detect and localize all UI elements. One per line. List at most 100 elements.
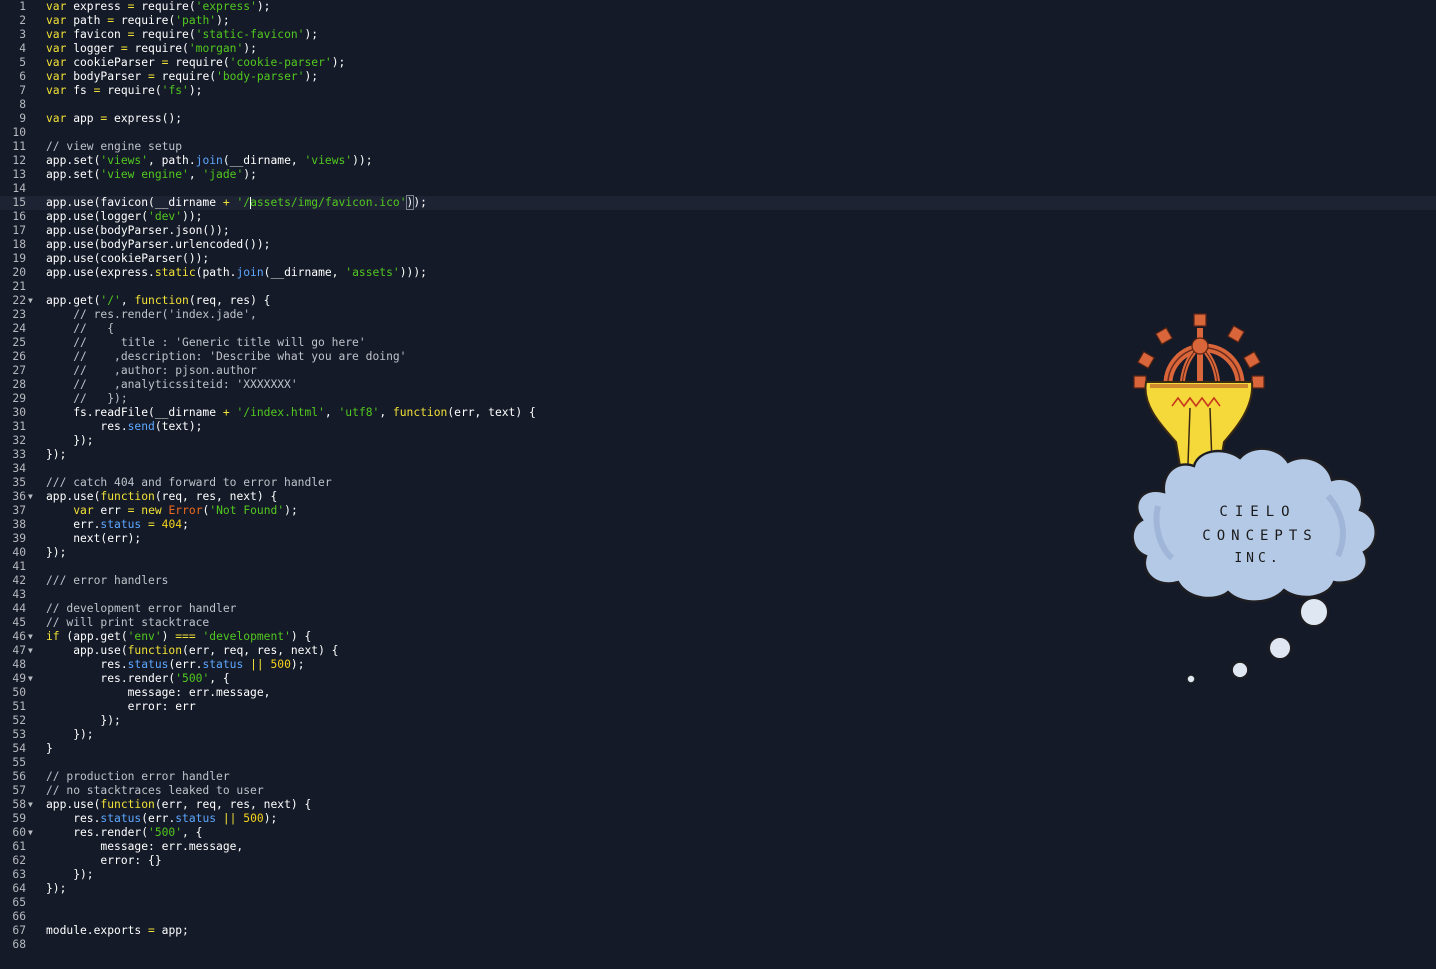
code-line[interactable]: 43 [0, 588, 1100, 602]
code-line[interactable]: 2 var path = require('path'); [0, 14, 1100, 28]
code-line[interactable]: 29 // }); [0, 392, 1100, 406]
code-line[interactable]: 23 // res.render('index.jade', [0, 308, 1100, 322]
code-token: app; [154, 924, 189, 937]
code-line[interactable]: 5 var cookieParser = require('cookie-pars… [0, 56, 1100, 70]
code-line[interactable]: 8 [0, 98, 1100, 112]
code-line[interactable]: 42 /// error handlers [0, 574, 1100, 588]
code-token: 'utf8' [338, 406, 380, 419]
code-line[interactable]: 51 error: err [0, 700, 1100, 714]
code-line[interactable]: 11 // view engine setup [0, 140, 1100, 154]
code-line[interactable]: 3 var favicon = require('static-favicon')… [0, 28, 1100, 42]
code-line[interactable]: 57 // no stacktraces leaked to user [0, 784, 1100, 798]
code-line-current[interactable]: 15 app.use(favicon(__dirname + '/assets/i… [0, 195, 1436, 210]
code-line[interactable]: 53 }); [0, 728, 1100, 742]
code-text: /// catch 404 and forward to error handl… [46, 476, 332, 490]
line-number: 62 [12, 854, 26, 867]
code-token: 'views' [304, 154, 353, 167]
code-line[interactable]: 20 app.use(express.static(path.join(__dir… [0, 266, 1100, 280]
code-line[interactable]: 41 [0, 560, 1100, 574]
code-line[interactable]: 26 // ,description: 'Describe what you a… [0, 350, 1100, 364]
line-number: 28 [12, 378, 26, 391]
code-line[interactable]: 22 ▼ app.get('/', function(req, res) { [0, 294, 1100, 308]
fold-arrow-icon[interactable]: ▼ [28, 644, 33, 658]
code-line[interactable]: 39 next(err); [0, 532, 1100, 546]
code-token: // res.render('index.jade', [46, 308, 257, 321]
code-line[interactable]: 60 ▼ res.render('500', { [0, 826, 1100, 840]
code-line[interactable]: 1 var express = require('express'); [0, 0, 1100, 14]
line-number: 14 [12, 182, 26, 195]
fold-arrow-icon[interactable]: ▼ [28, 630, 33, 644]
code-line[interactable]: 35 /// catch 404 and forward to error han… [0, 476, 1100, 490]
code-line[interactable]: 12 app.set('views', path.join(__dirname, … [0, 154, 1100, 168]
code-line[interactable]: 67 module.exports = app; [0, 924, 1100, 938]
code-line[interactable]: 56 // production error handler [0, 770, 1100, 784]
code-line[interactable]: 68 [0, 938, 1100, 952]
code-line[interactable]: 55 [0, 756, 1100, 770]
code-line[interactable]: 45 // will print stacktrace [0, 616, 1100, 630]
code-line[interactable]: 30 fs.readFile(__dirname + '/index.html'… [0, 406, 1100, 420]
code-line[interactable]: 58 ▼ app.use(function(err, req, res, next)… [0, 798, 1100, 812]
code-token: ); [304, 28, 319, 41]
code-line[interactable]: 7 var fs = require('fs'); [0, 84, 1100, 98]
code-line[interactable]: 47 ▼ app.use(function(err, req, res, next… [0, 644, 1100, 658]
code-line[interactable]: 21 [0, 280, 1100, 294]
line-number: 50 [12, 686, 26, 699]
code-text: module.exports = app; [46, 924, 189, 938]
code-line[interactable]: 24 // { [0, 322, 1100, 336]
code-line[interactable]: 59 res.status(err.status || 500); [0, 812, 1100, 826]
code-line[interactable]: 37 var err = new Error('Not Found'); [0, 504, 1100, 518]
fold-arrow-icon[interactable]: ▼ [28, 798, 33, 812]
code-line[interactable]: 16 app.use(logger('dev')); [0, 210, 1100, 224]
code-line[interactable]: 66 [0, 910, 1100, 924]
code-line[interactable]: 40}); [0, 546, 1100, 560]
code-line[interactable]: 54} [0, 742, 1100, 756]
code-token: var [73, 504, 94, 517]
code-line[interactable]: 19 app.use(cookieParser()); [0, 252, 1100, 266]
line-number: 24 [12, 322, 26, 335]
code-line[interactable]: 4 var logger = require('morgan'); [0, 42, 1100, 56]
fold-arrow-icon[interactable]: ▼ [28, 672, 33, 686]
fold-arrow-icon[interactable]: ▼ [28, 490, 33, 504]
code-line[interactable]: 10 [0, 126, 1100, 140]
code-text: app.set('view engine', 'jade'); [46, 168, 257, 182]
code-token: app.use(bodyParser.json()); [46, 224, 230, 237]
code-token: favicon [66, 28, 128, 41]
line-number: 16 [12, 210, 26, 223]
code-line[interactable]: 28 // ,analyticssiteid: 'XXXXXXX' [0, 378, 1100, 392]
code-line[interactable]: 50 message: err.message, [0, 686, 1100, 700]
code-line[interactable]: 36 ▼ app.use(function(req, res, next) { [0, 490, 1100, 504]
code-line[interactable]: 13 app.set('view engine', 'jade'); [0, 168, 1100, 182]
code-line[interactable]: 49 ▼ res.render('500', { [0, 672, 1100, 686]
code-line[interactable]: 63 }); [0, 868, 1100, 882]
code-line[interactable]: 64}); [0, 882, 1100, 896]
code-text: } [46, 742, 53, 756]
code-line[interactable]: 9 var app = express(); [0, 112, 1100, 126]
line-number: 55 [12, 756, 26, 769]
code-line[interactable]: 38 err.status = 404; [0, 518, 1100, 532]
fold-arrow-icon[interactable]: ▼ [28, 294, 33, 308]
code-text: app.use(bodyParser.urlencoded()); [46, 238, 270, 252]
code-token: // production error handler [46, 770, 230, 783]
code-line[interactable]: 31 res.send(text); [0, 420, 1100, 434]
code-line[interactable]: 25 // title : 'Generic title will go her… [0, 336, 1100, 350]
code-line[interactable]: 14 [0, 182, 1100, 196]
code-line[interactable]: 46 ▼ if (app.get('env') === 'development')… [0, 630, 1100, 644]
code-line[interactable]: 18 app.use(bodyParser.urlencoded()); [0, 238, 1100, 252]
code-line[interactable]: 32 }); [0, 434, 1100, 448]
code-line[interactable]: 61 message: err.message, [0, 840, 1100, 854]
code-line[interactable]: 65 [0, 896, 1100, 910]
code-line[interactable]: 62 error: {} [0, 854, 1100, 868]
code-line[interactable]: 52 }); [0, 714, 1100, 728]
fold-arrow-icon[interactable]: ▼ [28, 826, 33, 840]
code-text: error: {} [46, 854, 161, 868]
code-token: app.use( [46, 644, 128, 657]
code-line[interactable]: 33}); [0, 448, 1100, 462]
code-line[interactable]: 44 // development error handler [0, 602, 1100, 616]
code-line[interactable]: 48 res.status(err.status || 500); [0, 658, 1100, 672]
code-line[interactable]: 27 // ,author: pjson.author [0, 364, 1100, 378]
code-line[interactable]: 6 var bodyParser = require('body-parser')… [0, 70, 1100, 84]
code-token: + [222, 196, 230, 209]
code-line[interactable]: 34 [0, 462, 1100, 476]
code-line[interactable]: 17 app.use(bodyParser.json()); [0, 224, 1100, 238]
